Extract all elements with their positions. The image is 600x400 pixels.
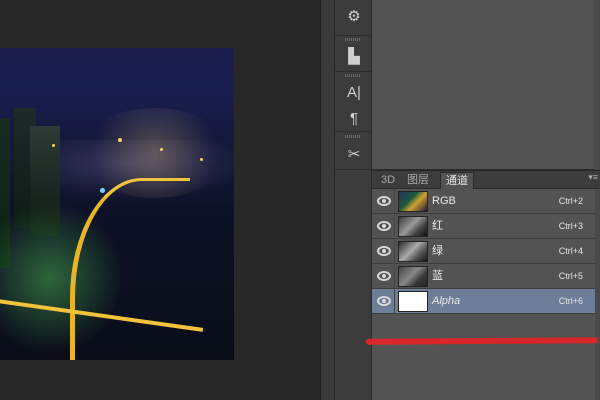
- channel-row-blue[interactable]: 蓝 Ctrl+5: [372, 264, 595, 289]
- light-dot: [160, 148, 163, 151]
- row-divider: [394, 289, 395, 314]
- channel-thumbnail: [398, 291, 428, 312]
- channel-name: RGB: [432, 195, 456, 207]
- channel-row-alpha[interactable]: Alpha Ctrl+6: [372, 289, 595, 314]
- channel-shortcut: Ctrl+4: [558, 246, 583, 256]
- visibility-eye-icon[interactable]: [377, 196, 391, 206]
- tab-channels[interactable]: 通道: [440, 172, 474, 189]
- upper-panel-scrollbar[interactable]: [594, 0, 600, 170]
- channel-row-rgb[interactable]: RGB Ctrl+2: [372, 189, 595, 214]
- adjustments-icon[interactable]: ⚙: [341, 4, 367, 28]
- visibility-eye-icon[interactable]: [377, 271, 391, 281]
- tools-icon[interactable]: ✂: [341, 142, 367, 166]
- panel-menu-icon[interactable]: ▾≡: [588, 172, 598, 183]
- channel-shortcut: Ctrl+6: [558, 296, 583, 306]
- channel-shortcut: Ctrl+5: [558, 271, 583, 281]
- visibility-eye-icon[interactable]: [377, 296, 391, 306]
- stamp-icon[interactable]: ▙: [341, 44, 367, 68]
- channel-thumbnail: [398, 241, 428, 262]
- channel-row-red[interactable]: 红 Ctrl+3: [372, 214, 595, 239]
- channel-name: 红: [432, 220, 443, 232]
- light-dot: [200, 158, 203, 161]
- tool-group-2: ▙: [335, 36, 372, 72]
- channel-name: 蓝: [432, 270, 443, 282]
- photoshop-window: ⚙ ▙ A| ¶ ✂ 3D 图层 通道 ▾≡ RGB Ctrl+2 红 Ctrl…: [0, 0, 600, 400]
- row-divider: [394, 264, 395, 289]
- document-image[interactable]: [0, 48, 234, 360]
- canvas-scrollbar[interactable]: [320, 0, 334, 400]
- channel-thumbnail: [398, 216, 428, 237]
- panel-tabs: 3D 图层 通道 ▾≡: [372, 171, 600, 189]
- light-dot: [118, 138, 122, 142]
- upper-panel: [372, 0, 600, 170]
- paragraph-icon[interactable]: ¶: [341, 106, 367, 130]
- channel-thumbnail: [398, 266, 428, 287]
- channel-row-green[interactable]: 绿 Ctrl+4: [372, 239, 595, 264]
- channel-name: 绿: [432, 245, 443, 257]
- channel-thumbnail: [398, 191, 428, 212]
- channel-name: Alpha: [432, 295, 461, 307]
- tool-group-4: ✂: [335, 132, 372, 170]
- row-divider: [394, 239, 395, 264]
- light-dot: [100, 188, 105, 193]
- tab-3d[interactable]: 3D: [376, 172, 400, 189]
- tool-group-1: ⚙: [335, 0, 372, 36]
- canvas-area[interactable]: [0, 0, 320, 400]
- character-icon[interactable]: A|: [341, 80, 367, 104]
- channel-shortcut: Ctrl+3: [558, 221, 583, 231]
- channel-shortcut: Ctrl+2: [558, 196, 583, 206]
- visibility-eye-icon[interactable]: [377, 246, 391, 256]
- visibility-eye-icon[interactable]: [377, 221, 391, 231]
- channels-scrollbar[interactable]: [595, 189, 600, 400]
- tool-group-3: A| ¶: [335, 72, 372, 132]
- row-divider: [394, 214, 395, 239]
- row-divider: [394, 189, 395, 214]
- channels-panel: RGB Ctrl+2 红 Ctrl+3 绿 Ctrl+4 蓝 Ctrl+5 Al…: [372, 189, 600, 400]
- tab-layers[interactable]: 图层: [402, 172, 434, 189]
- light-dot: [52, 144, 55, 147]
